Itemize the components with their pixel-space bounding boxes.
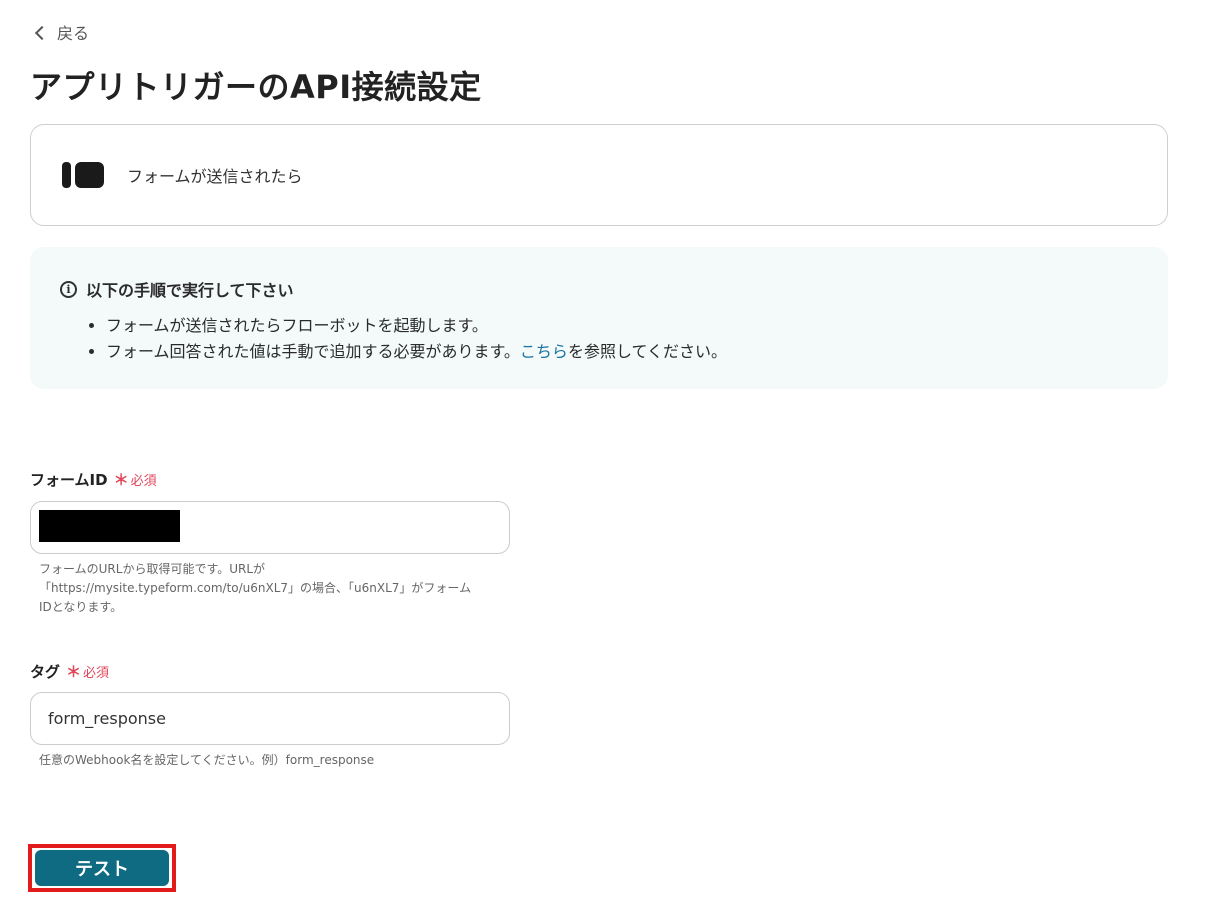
info-heading-text: 以下の手順で実行して下さい (86, 281, 294, 300)
typeform-logo-icon (62, 162, 104, 188)
required-label: 必須 (130, 474, 157, 489)
tag-label: タグ ＊ 必須 (30, 661, 109, 682)
required-mark: ＊ (66, 663, 82, 681)
reference-link[interactable]: こちら (520, 342, 568, 361)
tag-label-text: タグ (30, 663, 61, 681)
redacted-value (39, 510, 180, 542)
form-id-label-text: フォームID (30, 471, 108, 489)
form-id-hint: フォームのURLから取得可能です。URLが 「https://mysite.ty… (39, 560, 509, 617)
hint-line: フォームのURLから取得可能です。URLが (39, 562, 266, 576)
test-button[interactable]: テスト (35, 850, 169, 886)
required-label: 必須 (83, 666, 110, 681)
tag-hint: 任意のWebhook名を設定してください。例）form_response (39, 753, 375, 767)
info-box: i 以下の手順で実行して下さい フォームが送信されたらフローボットを起動します。… (30, 247, 1168, 389)
info-item-text: を参照してください。 (567, 342, 727, 361)
info-item: フォーム回答された値は手動で追加する必要があります。こちらを参照してください。 (106, 339, 1138, 365)
form-id-label: フォームID ＊ 必須 (30, 469, 157, 490)
chevron-left-icon (34, 25, 50, 40)
tag-input[interactable] (30, 692, 510, 745)
trigger-card: フォームが送信されたら (30, 124, 1168, 226)
back-link[interactable]: 戻る (34, 20, 90, 44)
hint-line: 「https://mysite.typeform.com/to/u6nXL7」の… (39, 581, 472, 595)
hint-line: IDとなります。 (39, 600, 123, 614)
trigger-label: フォームが送信されたら (127, 167, 303, 186)
info-icon: i (60, 280, 77, 298)
info-list: フォームが送信されたらフローボットを起動します。 フォーム回答された値は手動で追… (60, 313, 1138, 365)
test-button-highlight: テスト (28, 844, 176, 892)
page-title: アプリトリガーのAPI接続設定 (30, 68, 482, 106)
info-item-text: フォーム回答された値は手動で追加する必要があります。 (106, 342, 520, 361)
back-label: 戻る (57, 24, 90, 43)
info-heading: i 以下の手順で実行して下さい (60, 277, 1138, 301)
required-mark: ＊ (113, 471, 129, 489)
info-item: フォームが送信されたらフローボットを起動します。 (106, 313, 1138, 339)
